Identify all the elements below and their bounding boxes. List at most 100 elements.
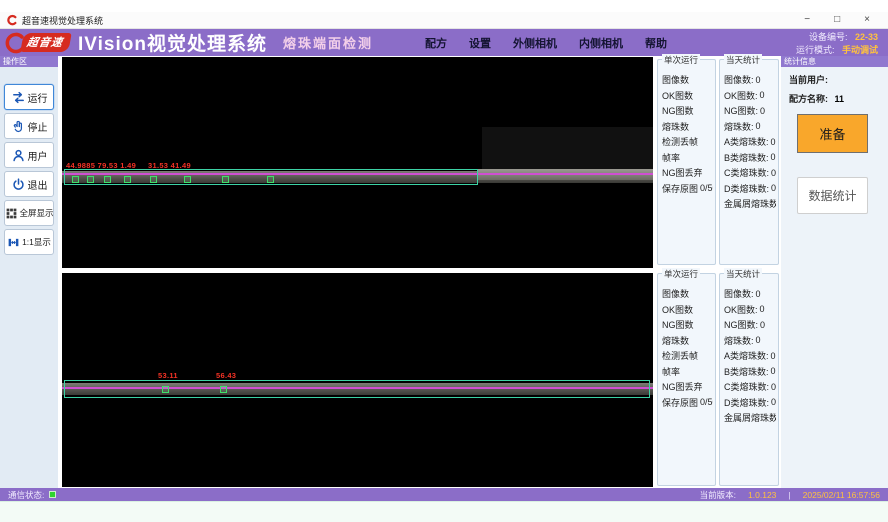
datetime-value: 2025/02/11 16:57:56: [803, 490, 880, 500]
version-label: 当前版本:: [700, 489, 736, 501]
stat-row: 金属屑熔珠数: 0: [724, 410, 776, 426]
stat-label: OK图数:: [724, 89, 758, 102]
current-user-label: 当前用户:: [789, 75, 828, 85]
stat-row: A类熔珠数: 0: [724, 348, 776, 364]
stat-label: 金属屑熔珠数:: [724, 411, 776, 424]
stat-label: NG图数: [662, 318, 694, 331]
stat-value: 0: [771, 183, 776, 193]
stat-row: 检测丢帧: [662, 134, 713, 150]
stat-rows: 图像数: 0 OK图数: 0 NG图数: 0 熔珠数: 0 A类熔珠数: 0 B…: [720, 60, 778, 212]
brand-logo: 超音速: [20, 33, 71, 52]
stat-label: NG图数:: [724, 318, 758, 331]
maximize-icon[interactable]: □: [834, 15, 840, 25]
recipe-name-value: 11: [835, 94, 845, 104]
stat-label: OK图数:: [724, 303, 758, 316]
comm-status-label: 通信状态:: [8, 489, 44, 501]
version-value: 1.0.123: [748, 490, 776, 500]
stat-row: 熔珠数: 0: [724, 119, 776, 135]
measurement-annotation: 53.11: [158, 371, 178, 380]
window-titlebar: 超音速视觉处理系统 − □ ×: [0, 12, 888, 29]
single-run-stats-bottom: 单次运行 图像数 OK图数 NG图数 熔珠数 检测丢帧 帧率 NG图丢弃: [657, 273, 716, 486]
stat-value: 0: [771, 152, 776, 162]
menu-item[interactable]: 外侧相机: [513, 35, 557, 51]
recipe-name-label: 配方名称:: [789, 94, 828, 104]
inner-camera-viewport: 53.11 56.43: [62, 273, 653, 487]
stat-row: 图像数: 0: [724, 72, 776, 88]
operation-sidebar: 操作区 运行 停止: [0, 56, 58, 488]
run-mode-label: 运行模式:: [796, 45, 835, 55]
detection-roi-box: [64, 380, 650, 398]
run-button-label: 运行: [28, 90, 48, 105]
stat-value: 0: [771, 351, 776, 361]
stat-label: 熔珠数: [662, 334, 689, 347]
stat-row: B类熔珠数: 0: [724, 150, 776, 166]
run-loop-icon: [11, 90, 26, 105]
stat-row: OK图数: 0: [724, 88, 776, 104]
exit-button[interactable]: 退出: [4, 171, 54, 197]
minimize-icon[interactable]: −: [804, 15, 810, 25]
stat-label: 图像数: [662, 287, 689, 300]
prepare-button[interactable]: 准备: [797, 114, 868, 153]
app-subtitle: 熔珠端面检测: [283, 33, 373, 52]
one-to-one-button[interactable]: 1:1显示: [4, 229, 54, 255]
run-button[interactable]: 运行: [4, 84, 54, 110]
stat-row: OK图数: [662, 302, 713, 318]
sidebar-title: 操作区: [0, 56, 58, 67]
stat-label: D类熔珠数:: [724, 182, 769, 195]
device-info: 设备编号: 22-33 运行模式: 手动调试: [796, 30, 888, 56]
user-button[interactable]: 用户: [4, 142, 54, 168]
stat-row: C类熔珠数: 0: [724, 379, 776, 395]
outer-camera-viewport: 44.9885 79.53 1.49 31.53 41.49: [62, 57, 653, 268]
stat-row: NG图数: 0: [724, 317, 776, 333]
stat-row: NG图丢弃: [662, 379, 713, 395]
stat-rows: 图像数: 0 OK图数: 0 NG图数: 0 熔珠数: 0 A类熔珠数: 0 B…: [720, 274, 778, 426]
stat-row: NG图丢弃: [662, 165, 713, 181]
detection-box: [267, 176, 274, 183]
group-box-title: 当天统计: [724, 54, 762, 66]
detection-box: [72, 176, 79, 183]
stat-label: D类熔珠数:: [724, 396, 769, 409]
device-number-label: 设备编号:: [809, 32, 848, 42]
menu-item[interactable]: 设置: [469, 35, 491, 51]
stat-value: 0/500: [700, 183, 713, 193]
stat-label: NG图数:: [724, 104, 758, 117]
stat-value: 0/500: [700, 397, 713, 407]
stat-label: 图像数: [662, 73, 689, 86]
close-icon[interactable]: ×: [864, 15, 870, 25]
menu-item[interactable]: 配方: [425, 35, 447, 51]
stat-value: 0: [756, 75, 761, 85]
detection-box: [150, 176, 157, 183]
stat-row: 保存原图 0/500: [662, 181, 713, 197]
fullscreen-button[interactable]: 全屏显示: [4, 200, 54, 226]
menu-item[interactable]: 帮助: [645, 35, 667, 51]
stat-label: 帧率: [662, 151, 680, 164]
stat-row: 金属屑熔珠数: 0: [724, 196, 776, 212]
statistics-info-panel: 统计信息 当前用户: 配方名称: 11 准备 数据统计: [781, 56, 888, 488]
stat-row: A类熔珠数: 0: [724, 134, 776, 150]
stat-label: 图像数:: [724, 287, 754, 300]
stat-row: B类熔珠数: 0: [724, 364, 776, 380]
group-box-title: 当天统计: [724, 268, 762, 280]
menu-item[interactable]: 内侧相机: [579, 35, 623, 51]
one-to-one-icon: [7, 236, 20, 249]
stat-value: 0: [771, 168, 776, 178]
user-button-label: 用户: [28, 148, 48, 163]
stat-label: 帧率: [662, 365, 680, 378]
window-title: 超音速视觉处理系统: [22, 14, 103, 27]
data-statistics-button[interactable]: 数据统计: [797, 177, 868, 214]
stat-row: 图像数: 0: [724, 286, 776, 302]
stop-button[interactable]: 停止: [4, 113, 54, 139]
detection-box: [162, 386, 169, 393]
stat-value: 0: [760, 320, 765, 330]
stat-label: C类熔珠数:: [724, 166, 769, 179]
group-box-title: 单次运行: [662, 268, 700, 280]
stat-row: 熔珠数: [662, 333, 713, 349]
stat-value: 0: [771, 397, 776, 407]
stat-label: 保存原图: [662, 182, 698, 195]
info-panel-title: 统计信息: [781, 56, 888, 67]
hand-icon: [11, 119, 26, 134]
stat-row: NG图数: [662, 317, 713, 333]
stat-label: 保存原图: [662, 396, 698, 409]
device-number-value: 22-33: [855, 32, 878, 42]
stat-row: NG图数: [662, 103, 713, 119]
